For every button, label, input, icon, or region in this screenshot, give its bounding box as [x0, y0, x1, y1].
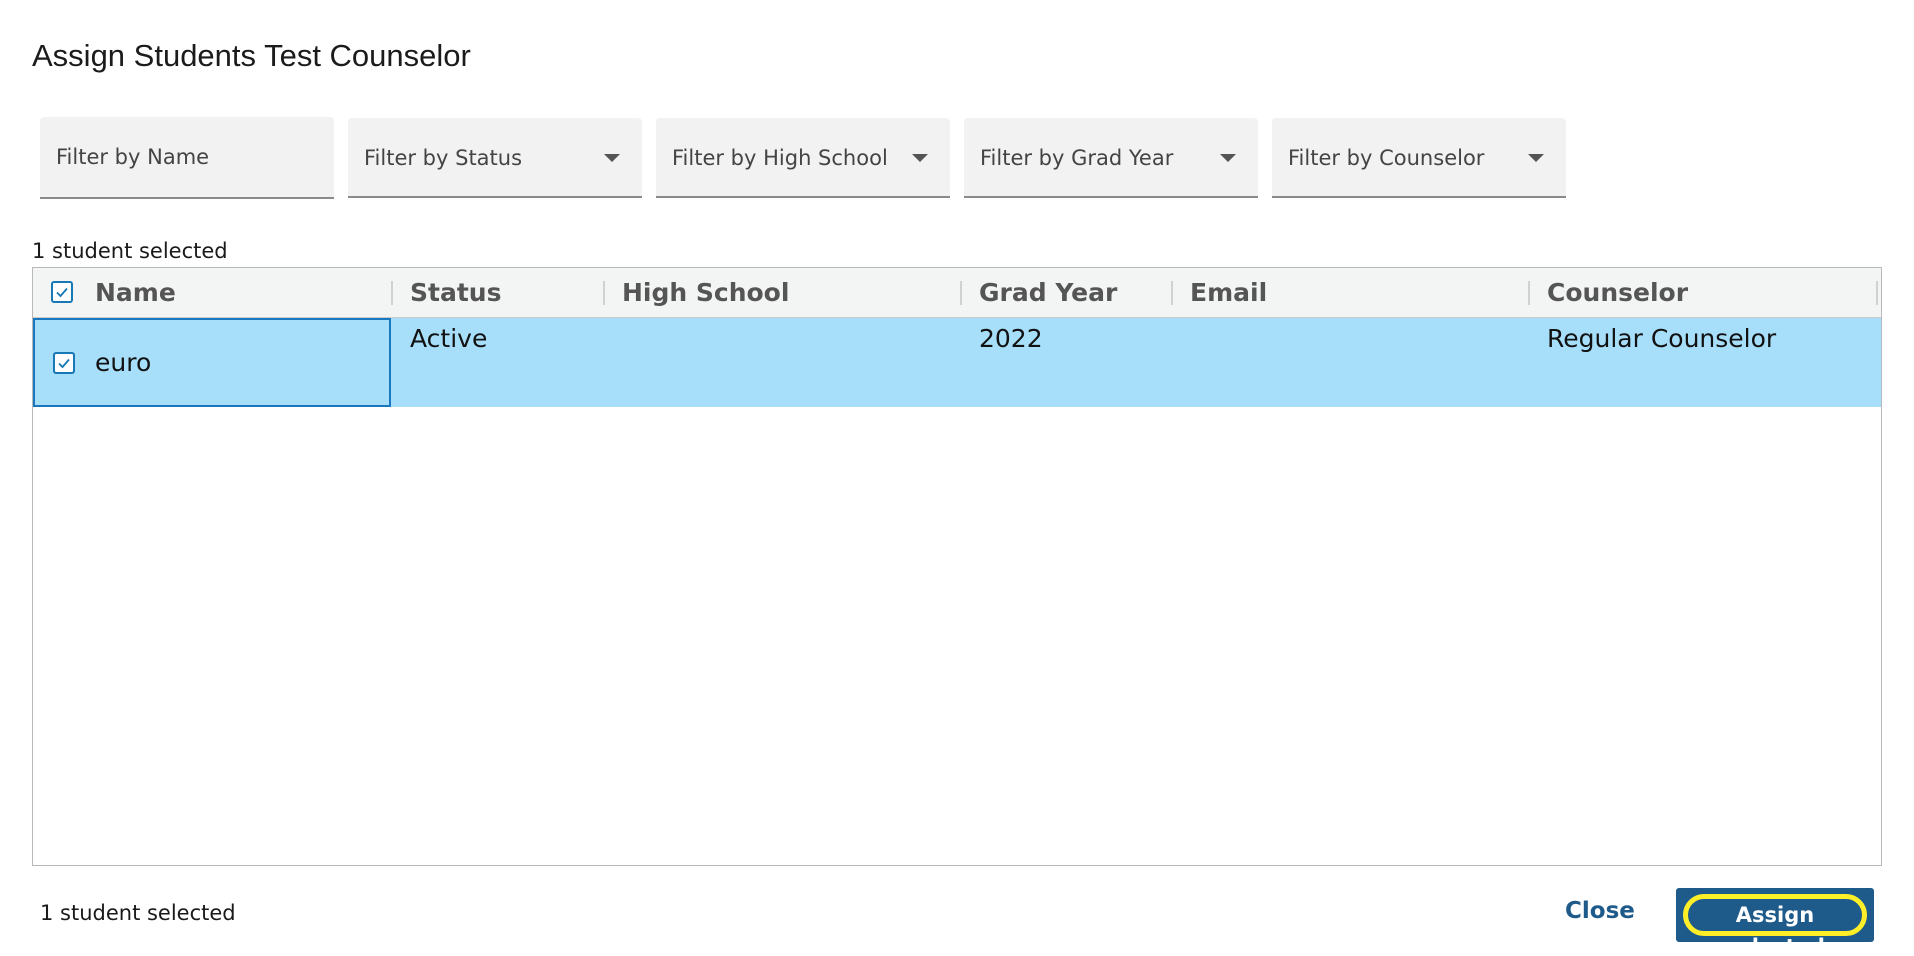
filter-by-name-placeholder: Filter by Name: [56, 145, 210, 169]
column-resize-handle[interactable]: [603, 281, 605, 305]
filter-by-status-label: Filter by Status: [364, 146, 523, 170]
focused-name-cell[interactable]: euro: [33, 318, 391, 407]
filter-by-counselor-select[interactable]: Filter by Counselor: [1272, 118, 1566, 198]
cell-grad-year: 2022: [979, 324, 1043, 353]
selected-count-bottom: 1 student selected: [40, 901, 236, 925]
filter-by-status-select[interactable]: Filter by Status: [348, 118, 642, 198]
row-select-checkbox[interactable]: [53, 352, 75, 374]
filter-by-name-input[interactable]: Filter by Name: [40, 117, 334, 199]
column-header-grad-year[interactable]: Grad Year: [979, 268, 1117, 317]
column-header-status[interactable]: Status: [410, 268, 501, 317]
cell-status: Active: [410, 324, 488, 353]
assign-selected-button[interactable]: Assign selected: [1676, 888, 1874, 956]
assign-selected-label: Assign selected: [1683, 894, 1867, 956]
column-header-name[interactable]: Name: [95, 268, 176, 317]
filter-by-high-school-select[interactable]: Filter by High School: [656, 118, 950, 198]
filter-by-counselor-label: Filter by Counselor: [1288, 146, 1485, 170]
column-resize-handle[interactable]: [1171, 281, 1173, 305]
filter-by-high-school-label: Filter by High School: [672, 146, 888, 170]
chevron-down-icon: [912, 154, 928, 162]
filter-bar: Filter by Name Filter by Status Filter b…: [40, 117, 1566, 200]
chevron-down-icon: [1528, 154, 1544, 162]
column-resize-handle[interactable]: [1528, 281, 1530, 305]
filter-by-grad-year-select[interactable]: Filter by Grad Year: [964, 118, 1258, 198]
column-resize-handle[interactable]: [1876, 281, 1878, 305]
dialog-title: Assign Students Test Counselor: [32, 38, 471, 73]
column-resize-handle[interactable]: [391, 281, 393, 305]
cell-counselor: Regular Counselor: [1547, 324, 1777, 353]
table-row[interactable]: euro Active 2022 Regular Counselor: [33, 318, 1881, 407]
check-icon: [58, 358, 70, 369]
filter-by-grad-year-label: Filter by Grad Year: [980, 146, 1174, 170]
select-all-checkbox[interactable]: [51, 281, 73, 303]
table-header: Name Status High School Grad Year Email …: [33, 268, 1881, 318]
chevron-down-icon: [604, 154, 620, 162]
close-button[interactable]: Close: [1565, 898, 1635, 924]
cell-name: euro: [95, 348, 152, 377]
check-icon: [56, 287, 68, 298]
chevron-down-icon: [1220, 154, 1236, 162]
assign-students-dialog: Assign Students Test Counselor Filter by…: [0, 0, 1914, 956]
column-header-counselor[interactable]: Counselor: [1547, 268, 1688, 317]
column-header-high-school[interactable]: High School: [622, 268, 789, 317]
students-table: Name Status High School Grad Year Email …: [32, 267, 1882, 866]
column-resize-handle[interactable]: [960, 281, 962, 305]
column-header-email[interactable]: Email: [1190, 268, 1267, 317]
selected-count-top: 1 student selected: [32, 239, 228, 263]
